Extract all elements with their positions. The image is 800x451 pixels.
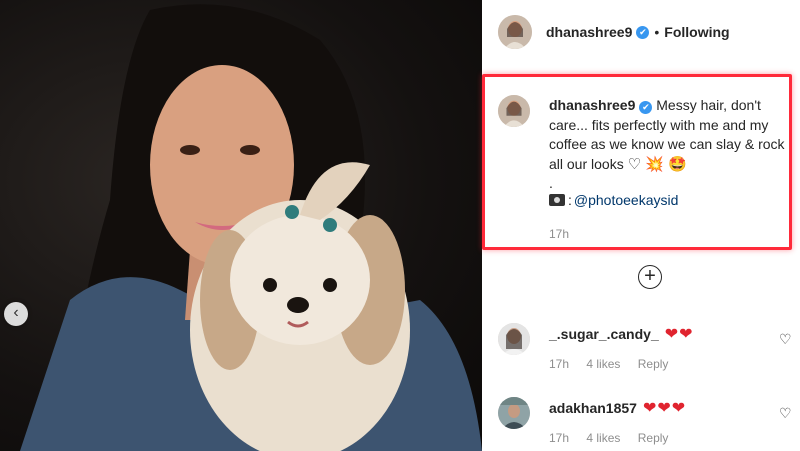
photo-credit: : @photoeekaysid	[549, 192, 678, 208]
credit-colon: :	[568, 192, 572, 208]
verified-badge-icon: ✔	[636, 25, 650, 39]
header-separator: •	[654, 24, 660, 40]
caption-dot: .	[549, 175, 553, 191]
comment-likes[interactable]: 4 likes	[586, 431, 620, 445]
caption-author-avatar[interactable]	[498, 95, 530, 127]
caption-timestamp[interactable]: 17h	[549, 227, 569, 241]
author-avatar[interactable]	[498, 15, 532, 49]
commenter-username[interactable]: adakhan1857	[549, 400, 637, 416]
reply-button[interactable]: Reply	[638, 357, 669, 371]
comment-body: adakhan1857 ❤❤❤	[549, 399, 686, 418]
carousel-previous-button[interactable]: ‹	[4, 302, 28, 326]
verified-badge-icon: ✔	[639, 101, 653, 114]
commenter-avatar[interactable]	[498, 397, 530, 429]
comment-text: ❤❤	[664, 326, 694, 343]
caption-username[interactable]: dhanashree9	[549, 97, 635, 113]
post-header: dhanashree9 ✔ • Following	[482, 0, 800, 64]
photo-illustration	[20, 4, 482, 451]
commenter-avatar[interactable]	[498, 323, 530, 355]
comment-text: ❤❤❤	[642, 400, 687, 417]
load-more-comments-button[interactable]: +	[638, 265, 662, 289]
following-button[interactable]: Following	[664, 24, 729, 40]
caption-emojis: ♡ 💥 🤩	[627, 155, 687, 173]
credit-mention-link[interactable]: @photoeekaysid	[574, 192, 679, 208]
heart-icon[interactable]: ♡	[779, 405, 792, 422]
camera-icon	[549, 194, 565, 206]
plus-icon: +	[644, 265, 656, 287]
comment-body: _.sugar_.candy_ ❤❤	[549, 325, 694, 344]
comment-meta: 17h 4 likes Reply	[549, 431, 682, 445]
comment-likes[interactable]: 4 likes	[586, 357, 620, 371]
comment-time[interactable]: 17h	[549, 357, 569, 371]
post-side-panel: dhanashree9 ✔ • Following	[482, 0, 800, 451]
author-username[interactable]: dhanashree9	[546, 24, 632, 40]
post-photo: ‹	[0, 0, 482, 451]
post-caption: dhanashree9 ✔ Messy hair, don't care... f…	[549, 96, 789, 194]
chevron-left-icon: ‹	[13, 304, 19, 321]
reply-button[interactable]: Reply	[638, 431, 669, 445]
heart-icon[interactable]: ♡	[779, 331, 792, 348]
comment-time[interactable]: 17h	[549, 431, 569, 445]
commenter-username[interactable]: _.sugar_.candy_	[549, 326, 659, 342]
comment-meta: 17h 4 likes Reply	[549, 357, 682, 371]
